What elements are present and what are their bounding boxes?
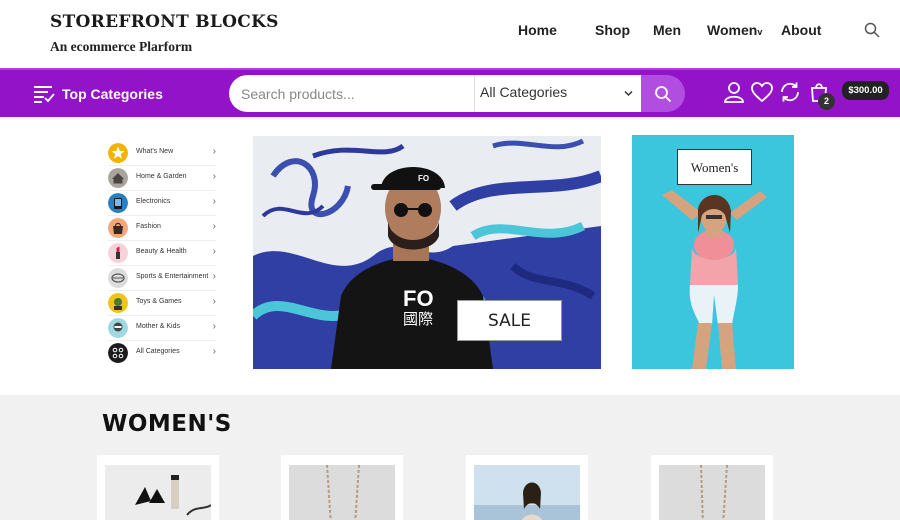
electronics-icon: [108, 193, 128, 213]
refresh-icon[interactable]: [778, 80, 802, 104]
search-input[interactable]: [241, 83, 466, 105]
category-item[interactable]: Beauty & Health ›: [108, 241, 216, 266]
category-item[interactable]: Fashion ›: [108, 216, 216, 241]
chevron-right-icon: ›: [212, 246, 216, 257]
lipstick-icon: [108, 243, 128, 263]
chevron-right-icon: ›: [212, 221, 216, 232]
nav-shop[interactable]: Shop: [595, 22, 630, 38]
search-icon[interactable]: [864, 22, 880, 38]
search-icon: [655, 86, 672, 103]
handbag-icon: [108, 218, 128, 238]
top-categories-label: Top Categories: [62, 86, 163, 102]
category-item[interactable]: Mother & Kids ›: [108, 316, 216, 341]
womens-label: Women's: [690, 160, 739, 175]
house-icon: [108, 168, 128, 188]
heart-icon[interactable]: [750, 80, 774, 104]
product-card[interactable]: [651, 455, 773, 520]
nav-women[interactable]: Womenv: [707, 22, 762, 38]
product-image: [105, 465, 211, 520]
sale-label: SALE: [488, 311, 531, 331]
product-card[interactable]: [97, 455, 219, 520]
storefront-page: STOREFRONT BLOCKS An ecommerce Plarform …: [0, 0, 900, 520]
category-label: All Categories: [136, 348, 180, 355]
grid-icon: [108, 343, 128, 363]
nav-home[interactable]: Home: [518, 22, 557, 38]
star-icon: [108, 143, 128, 163]
sale-button[interactable]: SALE: [457, 300, 562, 341]
chevron-right-icon: ›: [212, 171, 216, 182]
brand-subtitle: An ecommerce Plarform: [50, 39, 193, 54]
product-image: [659, 465, 765, 520]
product-image: [289, 465, 395, 520]
womens-label-box[interactable]: Women's: [677, 149, 752, 185]
chevron-down-icon: [624, 90, 633, 97]
category-label: Electronics: [136, 198, 171, 205]
category-item[interactable]: What's New ›: [108, 141, 216, 166]
shirt-text: FO: [403, 286, 434, 311]
nav-about[interactable]: About: [781, 22, 821, 38]
category-item[interactable]: All Categories ›: [108, 341, 216, 366]
product-image: [474, 465, 580, 520]
chevron-right-icon: ›: [212, 196, 216, 207]
section-title: WOMEN'S: [102, 411, 232, 437]
chevron-right-icon: ›: [212, 271, 216, 282]
chevron-right-icon: ›: [212, 146, 216, 157]
cart-total[interactable]: $300.00: [842, 81, 889, 100]
category-select-value: All Categories: [480, 84, 568, 100]
chevron-right-icon: ›: [212, 296, 216, 307]
category-label: Fashion: [136, 223, 161, 230]
category-label: Toys & Games: [136, 298, 182, 305]
category-select[interactable]: All Categories: [474, 75, 641, 112]
category-item[interactable]: Home & Garden ›: [108, 166, 216, 191]
cap-logo: FO: [418, 174, 429, 183]
category-label: Beauty & Health: [136, 248, 187, 255]
nav-men[interactable]: Men: [653, 22, 681, 38]
search-button[interactable]: [641, 75, 685, 112]
category-label: Mother & Kids: [136, 323, 180, 330]
category-label: Home & Garden: [136, 173, 187, 180]
nav-women-label: Women: [707, 22, 758, 38]
category-item[interactable]: Electronics ›: [108, 191, 216, 216]
category-label: Sports & Entertainment: [136, 273, 209, 280]
list-icon: [34, 86, 55, 103]
product-card[interactable]: [281, 455, 403, 520]
category-item[interactable]: Sports & Entertainment ›: [108, 266, 216, 291]
cart-count-badge: 2: [818, 93, 835, 110]
chevron-right-icon: ›: [212, 346, 216, 357]
brand-title[interactable]: STOREFRONT BLOCKS: [50, 12, 279, 32]
toy-icon: [108, 293, 128, 313]
product-card[interactable]: [466, 455, 588, 520]
sports-icon: [108, 268, 128, 288]
chevron-down-icon: v: [757, 27, 763, 37]
site-header: STOREFRONT BLOCKS An ecommerce Plarform …: [0, 0, 900, 70]
category-item[interactable]: Toys & Games ›: [108, 291, 216, 316]
shirt-kanji: 國際: [403, 310, 433, 328]
category-label: What's New: [136, 148, 174, 155]
user-icon[interactable]: [722, 80, 746, 104]
chevron-right-icon: ›: [212, 321, 216, 332]
baby-icon: [108, 318, 128, 338]
